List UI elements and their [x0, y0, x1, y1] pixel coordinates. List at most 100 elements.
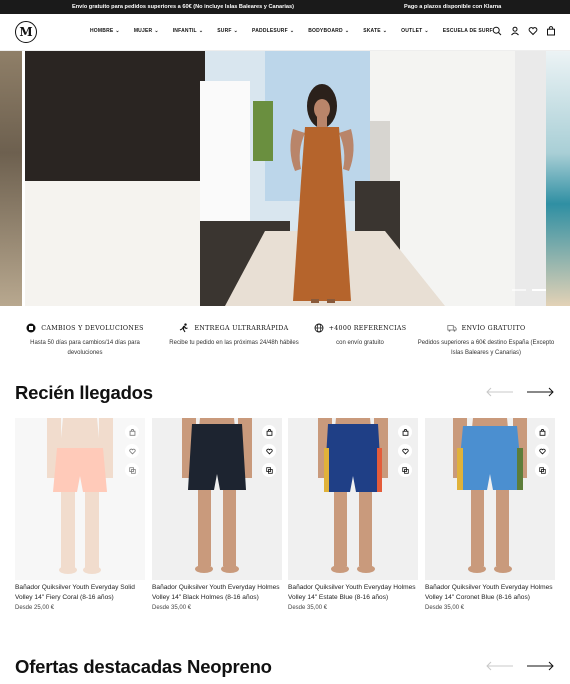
carousel-dots: [512, 289, 546, 291]
chevron-down-icon: ⌄: [382, 28, 388, 34]
nav-label: SURF: [217, 28, 232, 34]
nav-item-surf[interactable]: SURF ⌄: [217, 28, 238, 34]
nav-item-skate[interactable]: SKATE ⌄: [363, 28, 387, 34]
nav-item-bodyboard[interactable]: BODYBOARD ⌄: [308, 28, 349, 34]
heart-icon: [128, 448, 136, 455]
add-to-cart-button[interactable]: [398, 425, 412, 439]
compare-button[interactable]: [398, 463, 412, 477]
user-icon[interactable]: [510, 26, 520, 36]
features-strip: CAMBIOS Y DEVOLUCIONES Hasta 50 días par…: [0, 322, 570, 367]
nav-label: HOMBRE: [90, 28, 114, 34]
bag-icon: [539, 428, 545, 436]
arrow-right-icon[interactable]: [526, 661, 554, 671]
chevron-down-icon: ⌄: [154, 28, 159, 34]
globe-icon: [314, 323, 324, 333]
nav-item-hombre[interactable]: HOMBRE ⌄: [90, 28, 120, 34]
compare-icon: [265, 466, 273, 474]
feature-title-row: ENVÍO GRATUITO: [416, 322, 556, 334]
add-to-cart-button[interactable]: [535, 425, 549, 439]
new-arrivals-title: Recién llegados: [15, 382, 153, 403]
product-actions: [262, 425, 276, 477]
compare-icon: [538, 466, 546, 474]
add-to-cart-button[interactable]: [262, 425, 276, 439]
bag-icon[interactable]: [546, 26, 556, 36]
feature-title: ENVÍO GRATUITO: [461, 324, 526, 332]
product-price: Desde 35,00 €: [288, 605, 328, 611]
arrow-left-icon[interactable]: [486, 661, 514, 671]
hero-prev-slide-peek[interactable]: [0, 51, 22, 306]
product-image[interactable]: [288, 418, 418, 580]
promo-shipping-text: Envío gratuito para pedidos superiores a…: [72, 3, 294, 10]
logo[interactable]: M: [15, 21, 37, 43]
product-card[interactable]: Bañador Quiksilver Youth Everyday Holmes…: [288, 418, 418, 611]
feature-title: ENTREGA ULTRARRÁPIDA: [194, 324, 289, 332]
bag-icon: [129, 428, 135, 436]
nav-item-paddlesurf[interactable]: PADDLESURF ⌄: [252, 28, 294, 34]
chevron-down-icon: ⌄: [424, 28, 429, 34]
compare-button[interactable]: [125, 463, 139, 477]
chevron-down-icon: ⌄: [289, 28, 295, 34]
product-name[interactable]: Bañador Quiksilver Youth Everyday Holmes…: [425, 583, 555, 603]
product-price: Desde 35,00 €: [152, 605, 192, 611]
product-name[interactable]: Bañador Quiksilver Youth Everyday Holmes…: [288, 583, 418, 603]
hero-carousel[interactable]: [0, 51, 570, 306]
hero-image: [25, 51, 546, 306]
compare-button[interactable]: [535, 463, 549, 477]
wishlist-button[interactable]: [535, 444, 549, 458]
box-icon: [26, 323, 36, 333]
chevron-down-icon: ⌄: [344, 28, 350, 34]
compare-icon: [128, 466, 136, 474]
nav-item-escuela-de-surf[interactable]: ESCUELA DE SURF: [443, 28, 493, 34]
heart-icon[interactable]: [528, 26, 538, 36]
nav-item-infantil[interactable]: INFANTIL ⌄: [173, 28, 204, 34]
chevron-down-icon: ⌄: [115, 28, 120, 34]
carousel-dot-active[interactable]: [532, 289, 546, 291]
product-name[interactable]: Bañador Quiksilver Youth Everyday Holmes…: [152, 583, 282, 603]
chevron-down-icon: ⌄: [233, 28, 239, 34]
product-image[interactable]: [15, 418, 145, 580]
feature-subtitle: con envío gratuito: [336, 340, 384, 346]
product-card[interactable]: Bañador Quiksilver Youth Everyday Holmes…: [152, 418, 282, 611]
product-card[interactable]: Bañador Quiksilver Youth Everyday Holmes…: [425, 418, 555, 611]
product-image[interactable]: [152, 418, 282, 580]
product-card[interactable]: Bañador Quiksilver Youth Everyday Solid …: [15, 418, 145, 611]
nav-label: INFANTIL: [172, 28, 197, 34]
wishlist-button[interactable]: [398, 444, 412, 458]
product-actions: [398, 425, 412, 477]
feature-title-row: +4000 REFERENCIAS: [290, 322, 430, 334]
nav-label: MUJER: [133, 28, 153, 34]
arrow-left-icon[interactable]: [486, 387, 514, 397]
heart-icon: [401, 448, 409, 455]
new-arrivals-arrows: [486, 387, 554, 397]
heart-icon: [538, 448, 546, 455]
arrow-right-icon[interactable]: [526, 387, 554, 397]
hero-next-slide-peek[interactable]: [546, 51, 570, 306]
product-name[interactable]: Bañador Quiksilver Youth Everyday Solid …: [15, 583, 145, 603]
wishlist-button[interactable]: [125, 444, 139, 458]
hero-slide[interactable]: [25, 51, 546, 306]
nav-item-mujer[interactable]: MUJER ⌄: [134, 28, 159, 34]
wishlist-button[interactable]: [262, 444, 276, 458]
logo-letter: M: [19, 25, 33, 39]
feature-returns: CAMBIOS Y DEVOLUCIONES Hasta 50 días par…: [15, 322, 155, 358]
promo-klarna-text[interactable]: Pago a plazos disponible con Klarna: [404, 4, 501, 10]
feature-subtitle: Pedidos superiores a 60€ destino España …: [417, 340, 555, 356]
nav-item-outlet[interactable]: OUTLET ⌄: [401, 28, 429, 34]
product-price: Desde 35,00 €: [425, 605, 465, 611]
compare-button[interactable]: [262, 463, 276, 477]
product-image[interactable]: [425, 418, 555, 580]
search-icon[interactable]: [492, 26, 502, 36]
truck-icon: [446, 325, 457, 332]
feature-subtitle: Hasta 50 días para cambios/14 días para …: [30, 340, 140, 356]
nav-label: BODYBOARD: [308, 28, 343, 34]
feature-free-shipping: ENVÍO GRATUITO Pedidos superiores a 60€ …: [416, 322, 556, 358]
product-price: Desde 25,00 €: [15, 605, 55, 611]
featured-offers-title: Ofertas destacadas Neopreno: [15, 656, 272, 677]
product-actions: [535, 425, 549, 477]
main-nav: HOMBRE ⌄ MUJER ⌄ INFANTIL ⌄ SURF ⌄ PADDLESUR…: [90, 28, 507, 34]
nav-label: SKATE: [363, 28, 381, 34]
nav-label: OUTLET: [401, 28, 423, 34]
carousel-dot[interactable]: [512, 289, 526, 291]
feature-delivery: ENTREGA ULTRARRÁPIDA Recibe tu pedido en…: [164, 322, 304, 348]
add-to-cart-button[interactable]: [125, 425, 139, 439]
